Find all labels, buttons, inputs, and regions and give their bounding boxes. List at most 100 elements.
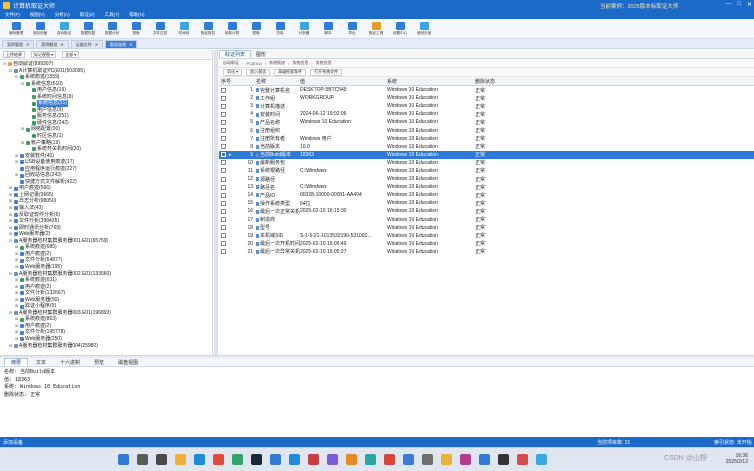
collapse-icon[interactable]: ⊟	[8, 238, 13, 245]
steam-icon[interactable]	[251, 454, 262, 465]
table-row[interactable]: 12 源路径 Windows 10 Education 正常	[219, 175, 754, 183]
app-icon[interactable]	[517, 454, 528, 465]
ribbon-button[interactable]: 哈希计算	[220, 19, 244, 39]
toolbar-button[interactable]: 导出 ▾	[223, 68, 243, 76]
menu-item[interactable]: 取证(Z)	[80, 12, 95, 18]
row-checkbox[interactable]	[221, 200, 226, 206]
row-select-cell[interactable]	[219, 87, 242, 93]
app-icon[interactable]	[479, 454, 490, 465]
row-checkbox[interactable]	[221, 160, 226, 166]
collapse-icon[interactable]: ⊟	[8, 271, 13, 278]
ribbon-button[interactable]: 脚本	[316, 19, 340, 39]
table-row[interactable]: 6 注册组织 Windows 10 Education 正常	[219, 126, 754, 134]
table-row[interactable]: 16 最后一次正常关机时间2025-02-10 16:15:30 Windows 1…	[219, 207, 754, 215]
edge-icon[interactable]	[194, 454, 205, 465]
table-row[interactable]: 17 制造商 Windows 10 Education 正常	[219, 216, 754, 224]
collapse-icon[interactable]: ⊟	[8, 310, 13, 317]
ribbon-button[interactable]: 仿真	[268, 19, 292, 39]
row-select-cell[interactable]	[219, 241, 242, 247]
row-checkbox[interactable]	[221, 241, 226, 247]
row-checkbox[interactable]	[221, 87, 226, 93]
upload-results-button[interactable]: 上传结果	[3, 51, 25, 58]
app-icon[interactable]	[441, 454, 452, 465]
start-icon[interactable]	[118, 454, 129, 465]
table-row[interactable]: 3 计算机描述 Windows 10 Education 正常	[219, 102, 754, 110]
row-select-cell[interactable]	[219, 200, 242, 206]
app-icon[interactable]	[536, 454, 547, 465]
row-checkbox[interactable]	[221, 111, 226, 117]
breadcrumb-item[interactable]: 系统信息	[316, 60, 332, 66]
result-tab[interactable]: 取证列表	[219, 50, 252, 58]
row-select-cell[interactable]	[219, 225, 242, 231]
row-checkbox[interactable]	[221, 168, 226, 174]
ribbon-button[interactable]: 分析器	[292, 19, 316, 39]
ribbon-button[interactable]: 搜索	[124, 19, 148, 39]
expand-icon[interactable]: ⊞	[20, 140, 25, 147]
app-icon[interactable]	[498, 454, 509, 465]
ribbon-button[interactable]: 文件过滤	[148, 19, 172, 39]
row-select-cell[interactable]	[219, 208, 242, 214]
app-icon[interactable]	[403, 454, 414, 465]
expand-icon[interactable]: ⊞	[20, 126, 25, 133]
expand-icon[interactable]: ⊞	[14, 172, 19, 179]
toolbar-button[interactable]: 加入报告	[246, 68, 271, 76]
row-checkbox[interactable]	[221, 184, 226, 190]
ribbon-button[interactable]: 数据分析	[100, 19, 124, 39]
breadcrumb-item[interactable]: 自动取证	[223, 60, 239, 66]
row-select-cell[interactable]: ▸	[219, 152, 242, 158]
close-button[interactable]: ✕	[747, 1, 752, 8]
app-icon[interactable]	[232, 454, 243, 465]
ribbon-button[interactable]: 镜像	[244, 19, 268, 39]
row-select-cell[interactable]	[219, 233, 242, 239]
menu-item[interactable]: 分析(A)	[55, 12, 70, 18]
close-tab-icon[interactable]: ✕	[60, 42, 63, 47]
table-row[interactable]: 13 路径名 C:\Windows Windows 10 Education 正常	[219, 183, 754, 191]
header-index[interactable]: 序号	[219, 78, 242, 85]
row-select-cell[interactable]	[219, 128, 242, 134]
table-row[interactable]: 7 注册所有者 Windows 用户 Windows 10 Education 正常	[219, 135, 754, 143]
table-row[interactable]: 18 型号 Windows 10 Education 正常	[219, 224, 754, 232]
row-checkbox[interactable]	[221, 119, 226, 125]
toolbar-button[interactable]: 打开系统文件	[310, 68, 343, 76]
ribbon-button[interactable]: 自动取证	[52, 19, 76, 39]
row-select-cell[interactable]	[219, 168, 242, 174]
row-checkbox[interactable]	[221, 103, 226, 109]
header-system[interactable]: 系统	[387, 78, 475, 85]
header-value[interactable]: 值	[300, 78, 387, 85]
table-row[interactable]: 2 工作组 WORKGROUP Windows 10 Education 正常	[219, 94, 754, 102]
row-checkbox[interactable]	[221, 225, 226, 231]
header-delete-status[interactable]: 删除状态	[475, 78, 515, 85]
filter-all-dropdown[interactable]: 全部 ▾	[62, 51, 80, 58]
table-row[interactable]: 15 操作系统类型 64位 Windows 10 Education 正常	[219, 199, 754, 207]
menu-item[interactable]: 视图(V)	[30, 12, 45, 18]
maximize-button[interactable]: □	[737, 1, 741, 8]
row-checkbox[interactable]	[221, 192, 226, 198]
vertical-splitter[interactable]	[212, 50, 218, 355]
document-tab[interactable]: 证据文件 ✕	[70, 40, 104, 48]
table-row[interactable]: 4 安装时间 2024-06-12 19:02:06 Windows 10 Educa…	[219, 110, 754, 118]
row-checkbox[interactable]	[221, 208, 226, 214]
close-tab-icon[interactable]: ✕	[129, 42, 132, 47]
app-icon[interactable]	[365, 454, 376, 465]
toolbar-button[interactable]: 高级检索条件	[274, 68, 307, 76]
row-select-cell[interactable]	[219, 95, 242, 101]
detail-tab[interactable]: 磁盘视图	[112, 358, 144, 366]
table-row[interactable]: 11 系统根路径 C:\Windows Windows 10 Education 正常	[219, 167, 754, 175]
detail-tab[interactable]: 文本	[30, 358, 52, 366]
document-tab[interactable]: 案例管理 ✕	[2, 40, 35, 48]
row-select-cell[interactable]	[219, 249, 242, 255]
row-select-cell[interactable]	[219, 136, 242, 142]
row-select-cell[interactable]	[219, 192, 242, 198]
row-select-cell[interactable]	[219, 176, 242, 182]
row-select-cell[interactable]	[219, 144, 242, 150]
row-checkbox[interactable]	[221, 95, 226, 101]
row-checkbox[interactable]	[221, 144, 226, 150]
chrome-icon[interactable]	[213, 454, 224, 465]
document-tab[interactable]: 案例概览 ✕	[36, 40, 69, 48]
breadcrumb-item[interactable]: 系统信息	[292, 60, 308, 66]
row-checkbox[interactable]	[221, 249, 226, 255]
table-row[interactable]: 14 产品ID 00328-10000-00001-AA494 Windows 10 …	[219, 191, 754, 199]
row-checkbox[interactable]	[221, 217, 226, 223]
explorer-icon[interactable]	[175, 454, 186, 465]
app-icon[interactable]	[384, 454, 395, 465]
